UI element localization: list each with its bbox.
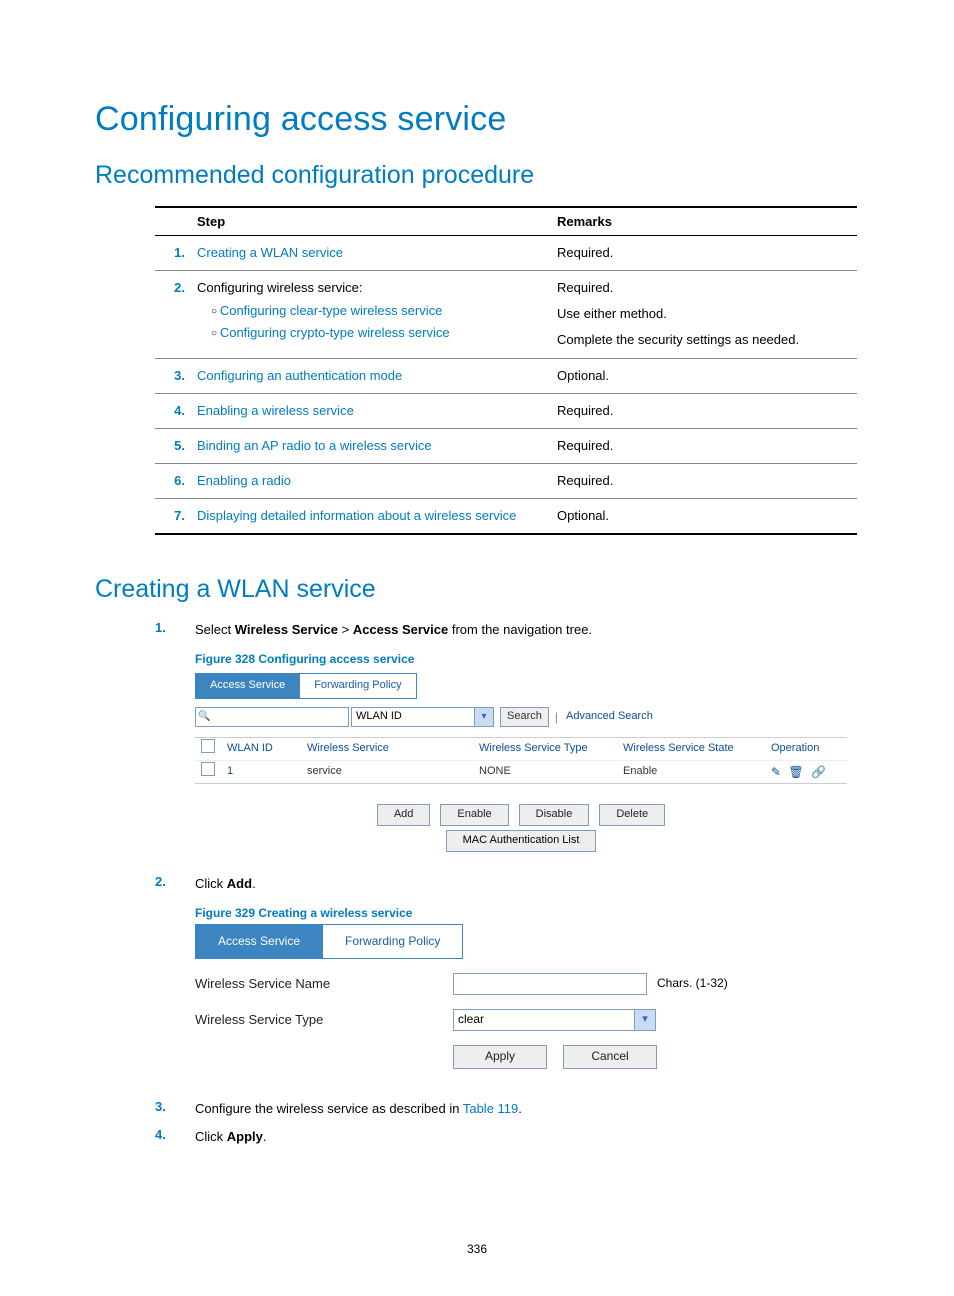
step-2-r1: Required.	[557, 278, 853, 298]
select-all-checkbox[interactable]	[201, 739, 215, 753]
table-119-link[interactable]: Table 119	[463, 1101, 518, 1116]
step-7-remark: Optional.	[553, 499, 857, 535]
figure-328-caption: Figure 328 Configuring access service	[195, 650, 859, 669]
row-ws: service	[301, 759, 473, 784]
step-1-link[interactable]: Creating a WLAN service	[197, 245, 343, 260]
tab-forwarding-policy[interactable]: Forwarding Policy	[300, 673, 416, 699]
cancel-button[interactable]: Cancel	[563, 1045, 657, 1069]
step-6-link[interactable]: Enabling a radio	[197, 473, 291, 488]
step-2-label: Configuring wireless service:	[197, 280, 362, 295]
step-7-link[interactable]: Displaying detailed information about a …	[197, 508, 516, 523]
advanced-search-link[interactable]: Advanced Search	[566, 708, 653, 725]
tab-access-service[interactable]: Access Service	[195, 673, 300, 699]
search-icon: 🔍	[198, 709, 210, 725]
step-2-sub2[interactable]: Configuring crypto-type wireless service	[220, 325, 450, 340]
col-wss: Wireless Service State	[617, 736, 765, 761]
row-wss: Enable	[617, 759, 765, 784]
chars-hint: Chars. (1-32)	[657, 974, 728, 993]
chevron-down-icon[interactable]: ▾	[635, 1009, 656, 1031]
tab-access-service-2[interactable]: Access Service	[195, 924, 323, 959]
link-icon[interactable]: 🔗	[811, 765, 828, 779]
label-service-name: Wireless Service Name	[195, 974, 453, 994]
page-number: 336	[0, 1242, 954, 1256]
disable-button[interactable]: Disable	[519, 804, 590, 826]
mac-auth-button[interactable]: MAC Authentication List	[446, 830, 597, 852]
enable-button[interactable]: Enable	[440, 804, 508, 826]
step-6-remark: Required.	[553, 463, 857, 498]
search-button[interactable]: Search	[500, 707, 549, 727]
page-title: Configuring access service	[95, 100, 859, 139]
th-remarks: Remarks	[553, 207, 857, 236]
search-input[interactable]: 🔍	[195, 707, 349, 727]
step-2-r2: Use either method.	[557, 304, 853, 324]
chevron-down-icon[interactable]: ▾	[475, 707, 494, 727]
step-1-remark: Required.	[553, 236, 857, 271]
apply-button[interactable]: Apply	[453, 1045, 547, 1069]
search-field-select[interactable]: WLAN ID	[351, 707, 475, 727]
step-2-r3: Complete the security settings as needed…	[557, 330, 853, 350]
row-wlanid[interactable]: 1	[221, 759, 301, 784]
step-3-link[interactable]: Configuring an authentication mode	[197, 368, 402, 383]
step-5-remark: Required.	[553, 428, 857, 463]
step-2-sub1[interactable]: Configuring clear-type wireless service	[220, 303, 443, 318]
row-checkbox[interactable]	[201, 762, 215, 776]
label-service-type: Wireless Service Type	[195, 1010, 453, 1030]
edit-icon[interactable]: ✎	[771, 765, 783, 779]
procedure-table: Step Remarks 1. Creating a WLAN service …	[155, 206, 857, 535]
figure-328: Access Service Forwarding Policy 🔍 WLAN …	[195, 675, 847, 852]
wireless-service-name-input[interactable]	[453, 973, 647, 995]
step-3-remark: Optional.	[553, 358, 857, 393]
row-wst: NONE	[473, 759, 617, 784]
section-recommended: Recommended configuration procedure	[95, 161, 859, 190]
figure-329-caption: Figure 329 Creating a wireless service	[195, 904, 859, 923]
th-step: Step	[193, 207, 553, 236]
section-creating: Creating a WLAN service	[95, 575, 859, 604]
step-4-remark: Required.	[553, 393, 857, 428]
col-ws: Wireless Service	[301, 736, 473, 761]
figure-329: Access Service Forwarding Policy Wireles…	[195, 929, 835, 1069]
col-wst: Wireless Service Type	[473, 736, 617, 761]
tab-forwarding-policy-2[interactable]: Forwarding Policy	[323, 924, 463, 959]
table-row: 1 service NONE Enable ✎ 🗑 🔗	[195, 760, 847, 783]
step-4-link[interactable]: Enabling a wireless service	[197, 403, 354, 418]
step-5-link[interactable]: Binding an AP radio to a wireless servic…	[197, 438, 432, 453]
add-button[interactable]: Add	[377, 804, 431, 826]
col-wlanid: WLAN ID	[221, 736, 301, 761]
delete-icon[interactable]: 🗑	[788, 765, 805, 779]
wireless-service-type-select[interactable]: clear	[453, 1009, 635, 1031]
delete-button[interactable]: Delete	[599, 804, 665, 826]
